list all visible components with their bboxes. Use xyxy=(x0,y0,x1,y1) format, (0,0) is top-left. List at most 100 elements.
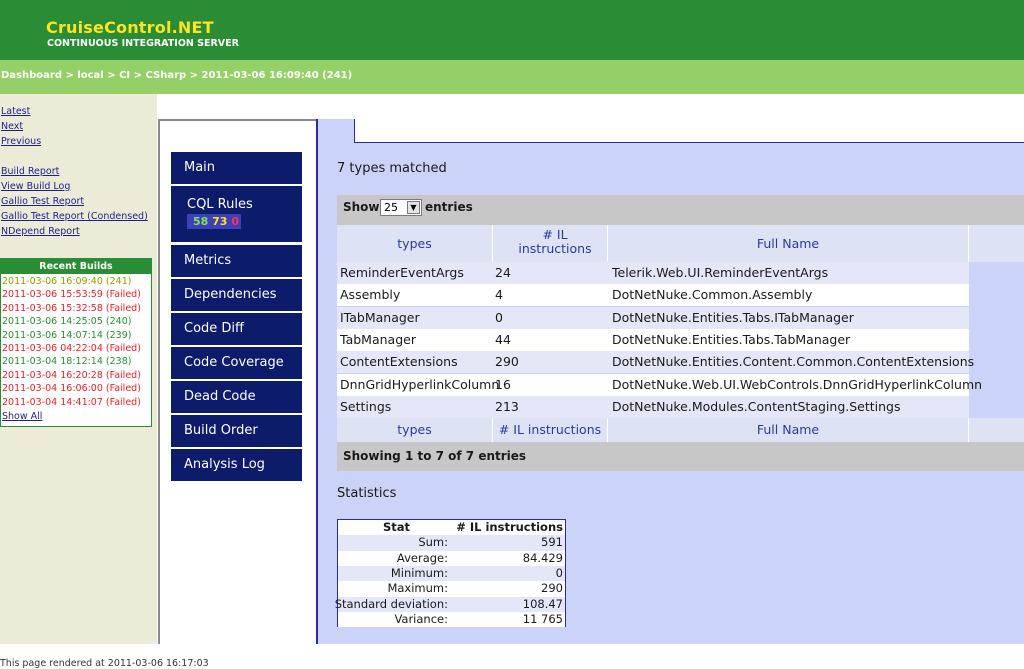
cell-type: Settings xyxy=(340,398,392,414)
statistics-key: Maximum: xyxy=(387,581,448,596)
menu-analysis-log[interactable]: Analysis Log xyxy=(171,449,302,481)
footer-header-types[interactable]: types xyxy=(337,418,493,442)
statistics-row: Average: 84.429 xyxy=(338,550,565,566)
cell-il: 290 xyxy=(495,354,519,370)
statistics-row: Sum: 591 xyxy=(338,535,565,551)
recent-build-item[interactable]: 2011-03-04 14:41:07 (Failed) xyxy=(2,397,141,408)
table-row: DnnGridHyperlinkColumn 16 DotNetNuke.Web.U… xyxy=(337,373,982,396)
breadcrumb[interactable]: Dashboard > local > CI > CSharp > 2011-0… xyxy=(1,70,352,81)
recent-build-item[interactable]: 2011-03-06 14:25:05 (240) xyxy=(2,316,131,327)
cell-type: Assembly xyxy=(340,287,401,303)
menu-dead-code-label: Dead Code xyxy=(184,389,256,404)
statistics-key: Standard deviation: xyxy=(334,596,448,611)
show-all-link[interactable]: Show All xyxy=(2,411,42,422)
cell-il: 4 xyxy=(495,287,503,303)
statistics-col-il: # IL instructions xyxy=(456,520,563,534)
statistics-value: 11 765 xyxy=(522,611,563,626)
recent-build-item[interactable]: 2011-03-04 18:12:14 (238) xyxy=(2,356,131,367)
recent-build-item[interactable]: 2011-03-04 16:20:28 (Failed) xyxy=(2,370,141,381)
table-info-text: Showing 1 to 7 of 7 entries xyxy=(343,449,527,463)
cell-full-name: DotNetNuke.Common.Assembly xyxy=(612,287,813,303)
cell-full-name: Telerik.Web.UI.ReminderEventArgs xyxy=(612,265,829,280)
table-row: ITabManager 0 DotNetNuke.Entities.Tabs.ITa… xyxy=(337,306,969,329)
show-label: Show xyxy=(343,200,380,214)
menu-dependencies[interactable]: Dependencies xyxy=(171,279,302,311)
recent-builds-title: Recent Builds xyxy=(1,259,151,274)
cql-counts-badge: 58 73 0 xyxy=(187,214,241,229)
app-logo-title: CruiseControl.NET xyxy=(46,18,214,37)
recent-build-item[interactable]: 2011-03-06 16:09:40 (241) xyxy=(2,276,131,287)
column-header-il[interactable]: # IL instructions xyxy=(493,225,608,262)
menu-main-label: Main xyxy=(184,160,216,175)
footer-header-il[interactable]: # IL instructions xyxy=(493,418,608,442)
cell-full-name: DotNetNuke.Entities.Content.Common.Conte… xyxy=(612,354,975,370)
menu-dead-code[interactable]: Dead Code xyxy=(171,381,302,413)
cell-il: 16 xyxy=(495,376,511,392)
menu-code-coverage-label: Code Coverage xyxy=(184,355,284,370)
statistics-row: Maximum: 290 xyxy=(338,581,565,597)
ndepend-report-link[interactable]: NDepend Report xyxy=(1,226,80,237)
menu-dependencies-label: Dependencies xyxy=(184,287,277,302)
menu-shadow-left xyxy=(158,119,160,644)
table-row: ContentExtensions 290 DotNetNuke.Entities.… xyxy=(337,351,974,374)
statistics-value: 290 xyxy=(541,581,563,596)
menu-code-coverage[interactable]: Code Coverage xyxy=(171,347,302,379)
cell-full-name: DotNetNuke.Modules.ContentStaging.Settin… xyxy=(612,398,901,414)
recent-build-item[interactable]: 2011-03-06 15:53:59 (Failed) xyxy=(2,289,141,300)
cql-count-yellow: 73 xyxy=(212,215,228,228)
statistics-col-stat: Stat xyxy=(383,520,411,534)
recent-build-item[interactable]: 2011-03-06 04:22:04 (Failed) xyxy=(2,343,141,354)
column-header-types[interactable]: types xyxy=(337,225,493,262)
table-row: ReminderEventArgs 24 Telerik.Web.UI.Remind… xyxy=(337,262,969,284)
statistics-value: 84.429 xyxy=(522,550,563,565)
menu-build-order[interactable]: Build Order xyxy=(171,415,302,447)
menu-shadow-top xyxy=(158,119,318,121)
menu-cql-rules-label: CQL Rules xyxy=(187,197,253,212)
menu-main[interactable]: Main xyxy=(171,152,302,184)
gallio-test-report-link[interactable]: Gallio Test Report xyxy=(1,196,84,207)
menu-build-order-label: Build Order xyxy=(184,423,258,438)
cql-count-red: 0 xyxy=(231,215,239,228)
entries-select-value: 25 xyxy=(384,201,398,214)
menu-metrics-label: Metrics xyxy=(184,253,232,268)
table-row: Settings 213 DotNetNuke.Modules.ContentSta… xyxy=(337,395,969,418)
cell-full-name: DotNetNuke.Entities.Tabs.TabManager xyxy=(612,331,851,347)
statistics-row: Standard deviation: 108.47 xyxy=(334,596,565,612)
recent-build-item[interactable]: 2011-03-06 14:07:14 (239) xyxy=(2,330,131,341)
menu-metrics[interactable]: Metrics xyxy=(171,245,302,277)
gallio-test-report-condensed-link[interactable]: Gallio Test Report (Condensed) xyxy=(1,211,148,222)
previous-link[interactable]: Previous xyxy=(1,136,41,147)
next-link[interactable]: Next xyxy=(1,121,23,132)
chevron-down-icon[interactable]: ▼ xyxy=(407,201,420,214)
recent-build-item[interactable]: 2011-03-04 16:06:00 (Failed) xyxy=(2,383,141,394)
table-row: Assembly 4 DotNetNuke.Common.Assembly xyxy=(337,284,969,307)
entries-select[interactable]: 25 ▼ xyxy=(380,199,422,216)
build-report-link[interactable]: Build Report xyxy=(1,166,59,177)
menu-analysis-log-label: Analysis Log xyxy=(184,457,265,472)
statistics-value: 108.47 xyxy=(522,596,563,611)
entries-label: entries xyxy=(425,200,473,214)
column-header-full-name[interactable]: Full Name xyxy=(608,225,969,262)
cell-full-name: DotNetNuke.Web.UI.WebControls.DnnGridHyp… xyxy=(612,376,983,392)
cql-count-green: 58 xyxy=(193,215,209,228)
cell-il: 213 xyxy=(495,398,519,414)
menu-code-diff[interactable]: Code Diff xyxy=(171,313,302,345)
table-row: TabManager 44 DotNetNuke.Entities.Tabs.Tab… xyxy=(337,328,969,351)
statistics-heading: Statistics xyxy=(337,486,397,501)
statistics-value: 0 xyxy=(555,565,563,580)
cell-type: ReminderEventArgs xyxy=(340,265,464,280)
types-matched-text: 7 types matched xyxy=(337,161,447,176)
view-build-log-link[interactable]: View Build Log xyxy=(1,181,70,192)
statistics-header-row: Stat # IL instructions xyxy=(338,520,565,535)
menu-cql-rules[interactable]: CQL Rules 58 73 0 xyxy=(171,186,302,242)
rendered-timestamp: This page rendered at 2011-03-06 16:17:0… xyxy=(0,658,209,669)
recent-build-item[interactable]: 2011-03-06 15:32:58 (Failed) xyxy=(2,303,141,314)
cell-il: 24 xyxy=(495,265,511,280)
statistics-key: Variance: xyxy=(394,611,448,626)
statistics-key: Sum: xyxy=(418,535,448,550)
latest-link[interactable]: Latest xyxy=(1,106,30,117)
app-logo-subtitle: CONTINUOUS INTEGRATION SERVER xyxy=(47,38,239,49)
query-box xyxy=(354,119,1024,143)
footer-header-full-name[interactable]: Full Name xyxy=(608,418,969,442)
statistics-key: Minimum: xyxy=(390,565,448,580)
